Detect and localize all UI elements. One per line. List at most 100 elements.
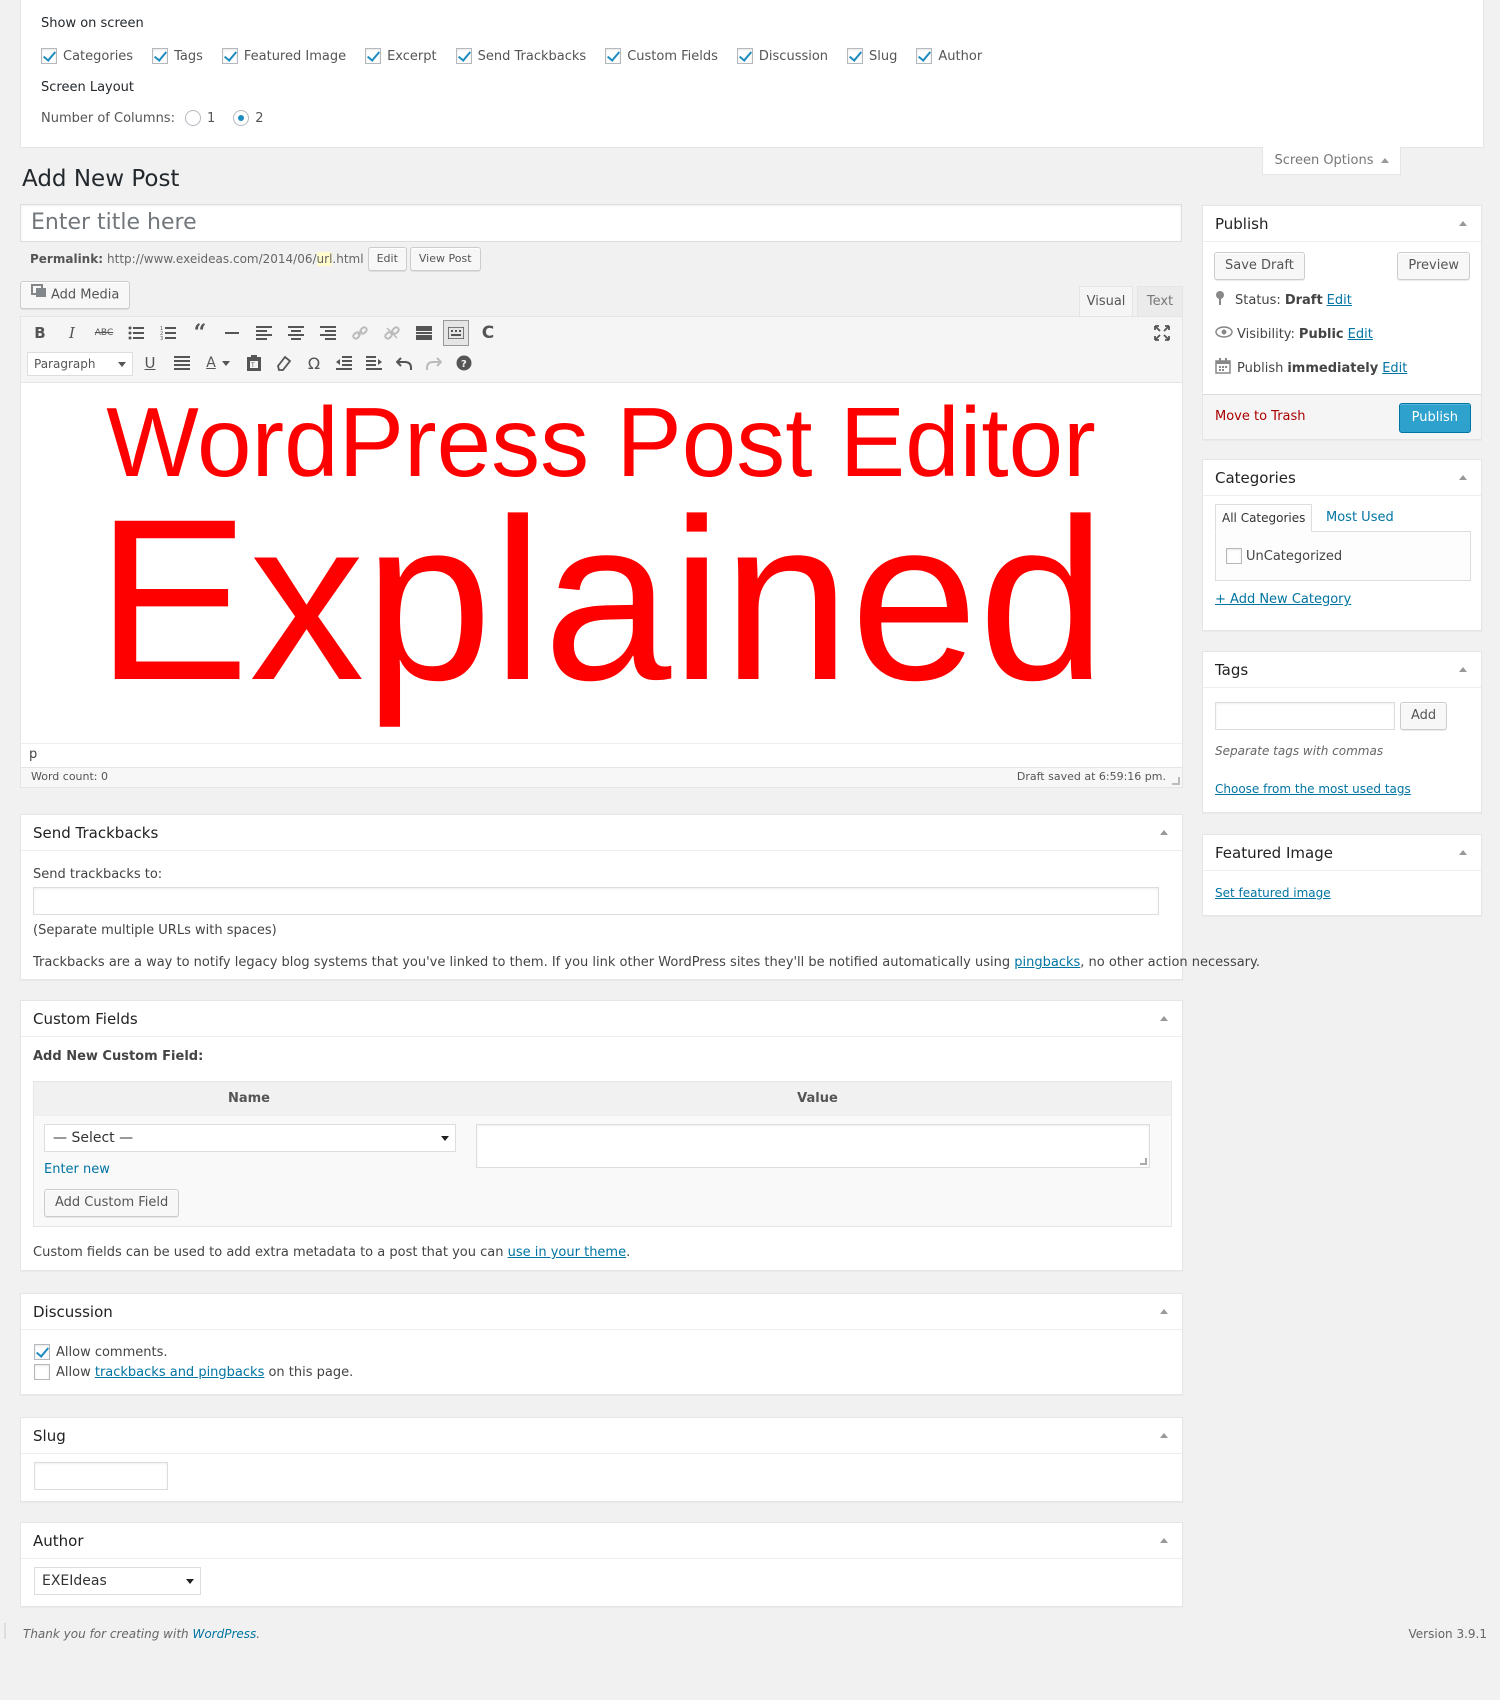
align-left-icon[interactable] (253, 322, 275, 344)
resize-handle-icon[interactable] (1140, 1158, 1147, 1165)
text-color-icon[interactable]: A (201, 352, 235, 374)
featured-image-checkbox[interactable] (221, 48, 238, 64)
collapse-arrow-icon[interactable] (1459, 221, 1467, 226)
tab-visual[interactable]: Visual (1079, 286, 1133, 316)
post-title-input[interactable]: Enter title here (20, 204, 1182, 242)
preview-button[interactable]: Preview (1397, 252, 1470, 280)
move-to-trash-link[interactable]: Move to Trash (1215, 409, 1306, 424)
custom-c-icon[interactable]: C (477, 322, 499, 344)
blockquote-icon[interactable]: “ (189, 320, 211, 346)
custom-field-value-textarea[interactable] (476, 1124, 1150, 1168)
set-featured-image-link[interactable]: Set featured image (1215, 886, 1331, 900)
special-character-icon[interactable]: Ω (303, 352, 325, 374)
pingbacks-link[interactable]: pingbacks (1014, 955, 1080, 970)
custom-fields-header[interactable]: Custom Fields (21, 1001, 1182, 1037)
italic-icon[interactable]: I (61, 322, 83, 344)
insert-link-icon[interactable] (349, 322, 371, 344)
bold-icon[interactable]: B (29, 322, 51, 344)
wordpress-link[interactable]: WordPress (192, 1627, 256, 1641)
collapse-arrow-icon[interactable] (1459, 667, 1467, 672)
send-trackbacks-header[interactable]: Send Trackbacks (21, 815, 1182, 851)
slug-checkbox[interactable] (847, 48, 864, 64)
discussion-checkbox[interactable] (736, 48, 753, 64)
custom-fields-checkbox[interactable] (605, 48, 622, 64)
option-discussion[interactable]: Discussion (736, 48, 828, 64)
allow-comments-row[interactable]: Allow comments. (34, 1344, 168, 1360)
categories-checkbox[interactable] (41, 48, 57, 64)
format-select[interactable]: Paragraph (27, 352, 133, 376)
collapse-arrow-icon[interactable] (1459, 475, 1467, 480)
view-post-button[interactable]: View Post (409, 247, 481, 271)
slug-header[interactable]: Slug (21, 1418, 1182, 1454)
option-author[interactable]: Author (916, 48, 982, 64)
allow-pings-row[interactable]: Allow trackbacks and pingbacks on this p… (34, 1364, 353, 1380)
add-new-category-link[interactable]: + Add New Category (1215, 592, 1351, 607)
columns-radio-1[interactable] (184, 110, 201, 126)
add-custom-field-button[interactable]: Add Custom Field (44, 1189, 180, 1217)
use-in-theme-link[interactable]: use in your theme (508, 1245, 627, 1260)
allow-comments-checkbox[interactable] (34, 1344, 50, 1360)
tags-checkbox[interactable] (152, 48, 169, 64)
align-center-icon[interactable] (285, 322, 307, 344)
edit-visibility-link[interactable]: Edit (1348, 327, 1373, 342)
option-slug[interactable]: Slug (847, 48, 897, 64)
outdent-icon[interactable] (333, 352, 355, 374)
help-icon[interactable]: ? (453, 352, 475, 374)
tab-text[interactable]: Text (1137, 286, 1183, 316)
choose-most-used-tags-link[interactable]: Choose from the most used tags (1215, 782, 1411, 796)
option-featured-image[interactable]: Featured Image (221, 48, 346, 64)
editor-path[interactable]: p (29, 747, 37, 762)
collapse-arrow-icon[interactable] (1160, 830, 1168, 835)
author-checkbox[interactable] (916, 48, 933, 64)
fullscreen-icon[interactable] (1151, 322, 1173, 344)
editor-content[interactable]: WordPress Post Editor Explained (21, 384, 1182, 744)
unlink-icon[interactable] (381, 322, 403, 344)
edit-schedule-link[interactable]: Edit (1382, 361, 1407, 376)
option-tags[interactable]: Tags (152, 48, 203, 64)
add-media-button[interactable]: Add Media (20, 281, 131, 309)
collapse-arrow-icon[interactable] (1160, 1309, 1168, 1314)
custom-field-key-select[interactable]: — Select — (44, 1124, 456, 1152)
permalink-edit-button[interactable]: Edit (367, 247, 407, 271)
save-draft-button[interactable]: Save Draft (1214, 252, 1305, 280)
option-send-trackbacks[interactable]: Send Trackbacks (455, 48, 586, 64)
redo-icon[interactable] (423, 352, 445, 374)
edit-status-link[interactable]: Edit (1327, 293, 1352, 308)
author-select[interactable]: EXEIdeas (34, 1567, 201, 1595)
featured-image-header[interactable]: Featured Image (1203, 835, 1481, 871)
numbered-list-icon[interactable]: 123 (157, 322, 179, 344)
collapse-arrow-icon[interactable] (1160, 1538, 1168, 1543)
category-checkbox[interactable] (1226, 548, 1242, 564)
paste-as-text-icon[interactable]: T (243, 352, 265, 374)
new-tag-input[interactable] (1215, 702, 1395, 730)
read-more-icon[interactable] (413, 322, 435, 344)
collapse-arrow-icon[interactable] (1160, 1016, 1168, 1021)
author-header[interactable]: Author (21, 1523, 1182, 1559)
slug-input[interactable] (34, 1462, 168, 1490)
category-item[interactable]: UnCategorized (1226, 548, 1342, 564)
align-right-icon[interactable] (317, 322, 339, 344)
indent-icon[interactable] (363, 352, 385, 374)
underline-icon[interactable]: U (139, 352, 161, 374)
trackbacks-pingbacks-link[interactable]: trackbacks and pingbacks (95, 1365, 265, 1380)
tags-header[interactable]: Tags (1203, 652, 1481, 688)
option-custom-fields[interactable]: Custom Fields (605, 48, 718, 64)
collapse-arrow-icon[interactable] (1459, 850, 1467, 855)
horizontal-line-icon[interactable] (221, 322, 243, 344)
clear-formatting-icon[interactable] (273, 352, 295, 374)
toolbar-toggle-icon[interactable] (443, 320, 469, 346)
columns-radio-2[interactable] (233, 110, 250, 126)
publish-button[interactable]: Publish (1398, 403, 1471, 433)
undo-icon[interactable] (393, 352, 415, 374)
discussion-header[interactable]: Discussion (21, 1294, 1182, 1330)
resize-handle-icon[interactable] (1172, 777, 1180, 785)
justify-icon[interactable] (171, 352, 193, 374)
option-excerpt[interactable]: Excerpt (365, 48, 437, 64)
enter-new-link[interactable]: Enter new (44, 1162, 110, 1177)
screen-options-tab[interactable]: Screen Options (1262, 147, 1401, 175)
strikethrough-icon[interactable]: ABC (93, 322, 115, 344)
publish-header[interactable]: Publish (1203, 206, 1481, 242)
excerpt-checkbox[interactable] (365, 48, 382, 64)
option-categories[interactable]: Categories (41, 48, 133, 64)
permalink-slug[interactable]: url (316, 252, 333, 266)
